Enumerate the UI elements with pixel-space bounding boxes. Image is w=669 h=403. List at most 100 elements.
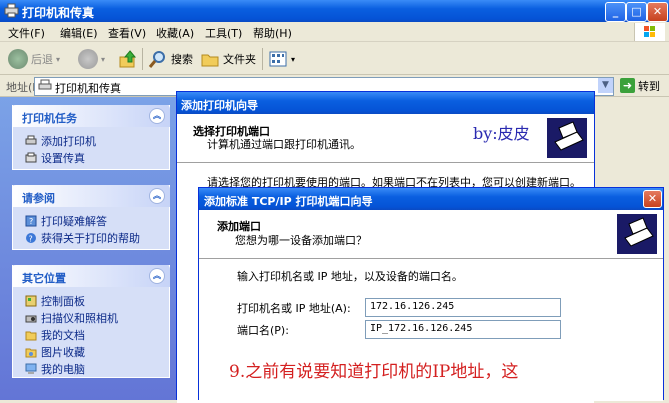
- task-add-printer[interactable]: 添加打印机: [25, 133, 96, 149]
- place-control-panel[interactable]: 控制面板: [25, 293, 85, 309]
- collapse-chevron-icon[interactable]: ︽: [149, 268, 165, 284]
- go-button[interactable]: ➜ 转到: [620, 77, 660, 94]
- go-label: 转到: [638, 79, 660, 93]
- views-button[interactable]: ▾: [268, 48, 295, 70]
- search-button[interactable]: 搜索: [148, 48, 193, 70]
- menu-favorites[interactable]: 收藏(A): [156, 25, 194, 41]
- task-label: 添加打印机: [41, 135, 96, 148]
- search-icon: [148, 51, 165, 68]
- ip-address-label: 打印机名或 IP 地址(A):: [237, 302, 351, 315]
- svg-text:?: ?: [29, 235, 33, 244]
- wizard-header: 选择打印机端口 计算机通过端口跟打印机通讯。 by:皮皮: [177, 114, 594, 163]
- wizard-title: 添加标准 TCP/IP 打印机端口向导: [204, 195, 373, 208]
- place-label: 扫描仪和照相机: [41, 312, 118, 325]
- address-dropdown-arrow[interactable]: ▼: [598, 78, 613, 93]
- collapse-chevron-icon[interactable]: ︽: [149, 188, 165, 204]
- menu-file[interactable]: 文件(F): [8, 25, 45, 41]
- minimize-button[interactable]: _: [605, 2, 626, 22]
- my-computer-icon: [25, 363, 37, 374]
- menu-tools[interactable]: 工具(T): [205, 25, 242, 41]
- printer-folder-icon: [4, 3, 19, 18]
- close-button[interactable]: ✕: [643, 190, 662, 208]
- printer-tasks-title: 打印机任务: [22, 112, 77, 125]
- place-my-documents[interactable]: 我的文档: [25, 327, 85, 343]
- forward-button[interactable]: ▾: [78, 48, 105, 70]
- printer-icon: [617, 214, 657, 254]
- printer-tasks-header[interactable]: 打印机任务 ︽: [12, 105, 170, 127]
- back-arrow-icon: [8, 49, 28, 69]
- printer-folder-icon: [38, 79, 52, 90]
- link-print-help[interactable]: ? 获得关于打印的帮助: [25, 230, 140, 246]
- back-label: 后退: [31, 53, 53, 66]
- place-scanners-cameras[interactable]: 扫描仪和照相机: [25, 310, 118, 326]
- toolbar: 后退 ▾ ▾ 搜索 文件夹 ▾: [0, 43, 669, 75]
- wizard-body: 输入打印机名或 IP 地址，以及设备的端口名。 打印机名或 IP 地址(A): …: [199, 259, 663, 401]
- address-value: 打印机和传真: [55, 82, 121, 95]
- add-printer-icon: [25, 135, 37, 145]
- tcpip-port-wizard: 添加标准 TCP/IP 打印机端口向导 ✕ 添加端口 您想为哪一设备添加端口？ …: [198, 187, 664, 401]
- menu-bar: 文件(F) 编辑(E) 查看(V) 收藏(A) 工具(T) 帮助(H): [0, 22, 669, 42]
- other-places-panel: 其它位置 ︽ 控制面板 扫描仪和照相机 我的文档 图片收藏 我的电脑: [12, 265, 170, 378]
- dropdown-arrow-icon: ▾: [56, 54, 61, 64]
- control-panel-icon: [25, 295, 37, 307]
- window-titlebar[interactable]: 打印机和传真 _ □ ✕: [0, 0, 669, 22]
- wizard-subheading: 您想为哪一设备添加端口？: [235, 234, 367, 247]
- menu-view[interactable]: 查看(V): [108, 25, 146, 41]
- link-label: 打印疑难解答: [41, 215, 107, 228]
- wizard-titlebar[interactable]: 添加标准 TCP/IP 打印机端口向导 ✕: [199, 188, 663, 210]
- task-setup-fax[interactable]: 设置传真: [25, 150, 85, 166]
- task-label: 设置传真: [41, 152, 85, 165]
- see-also-panel: 请参阅 ︽ ? 打印疑难解答 ? 获得关于打印的帮助: [12, 185, 170, 250]
- place-label: 我的文档: [41, 329, 85, 342]
- window-title: 打印机和传真: [22, 6, 95, 20]
- see-also-header[interactable]: 请参阅 ︽: [12, 185, 170, 207]
- views-icon: [269, 51, 287, 67]
- menu-help[interactable]: 帮助(H): [253, 25, 292, 41]
- place-my-computer[interactable]: 我的电脑: [25, 361, 85, 377]
- collapse-chevron-icon[interactable]: ︽: [149, 108, 165, 124]
- go-arrow-icon: ➜: [620, 78, 635, 93]
- toolbar-separator: [262, 48, 263, 70]
- folders-label: 文件夹: [223, 53, 256, 66]
- back-button[interactable]: 后退 ▾: [8, 48, 60, 70]
- dropdown-arrow-icon: ▾: [291, 54, 296, 64]
- scanner-icon: [25, 315, 37, 323]
- my-documents-icon: [25, 331, 37, 341]
- see-also-title: 请参阅: [22, 192, 55, 205]
- toolbar-separator: [142, 48, 143, 70]
- wizard-header: 添加端口 您想为哪一设备添加端口？: [199, 210, 663, 259]
- forward-arrow-icon: [78, 49, 98, 69]
- wizard-subheading: 计算机通过端口跟打印机通讯。: [207, 138, 361, 151]
- other-places-header[interactable]: 其它位置 ︽: [12, 265, 170, 287]
- other-places-title: 其它位置: [22, 272, 66, 285]
- fax-icon: [25, 152, 37, 163]
- my-pictures-icon: [25, 348, 37, 358]
- up-folder-icon: [119, 50, 137, 68]
- place-label: 图片收藏: [41, 346, 85, 359]
- folder-icon: [201, 54, 219, 67]
- place-my-pictures[interactable]: 图片收藏: [25, 344, 85, 360]
- wizard-title: 添加打印机向导: [181, 99, 258, 112]
- task-pane: 打印机任务 ︽ 添加打印机 设置传真 请参阅 ︽ ? 打印疑难解答 ? 获得关于…: [0, 97, 176, 400]
- up-folder-button[interactable]: [118, 48, 138, 70]
- svg-text:?: ?: [29, 217, 33, 226]
- close-button[interactable]: ✕: [647, 2, 668, 22]
- printer-icon: [547, 118, 587, 158]
- windows-flag-icon: [644, 26, 655, 37]
- link-print-troubleshooter[interactable]: ? 打印疑难解答: [25, 213, 107, 229]
- link-label: 获得关于打印的帮助: [41, 232, 140, 245]
- maximize-button[interactable]: □: [626, 2, 647, 22]
- wizard-instruction: 输入打印机名或 IP 地址，以及设备的端口名。: [237, 270, 463, 283]
- port-name-label: 端口名(P):: [237, 324, 289, 337]
- place-label: 控制面板: [41, 295, 85, 308]
- port-name-input[interactable]: IP_172.16.126.245: [365, 320, 561, 339]
- help-book-icon: ?: [25, 215, 37, 227]
- search-label: 搜索: [171, 53, 193, 66]
- wizard-titlebar[interactable]: 添加打印机向导: [177, 92, 594, 114]
- folders-button[interactable]: 文件夹: [200, 48, 256, 70]
- ip-address-input[interactable]: 172.16.126.245: [365, 298, 561, 317]
- place-label: 我的电脑: [41, 363, 85, 376]
- menu-edit[interactable]: 编辑(E): [60, 25, 98, 41]
- dropdown-arrow-icon: ▾: [101, 54, 106, 64]
- windows-logo: [634, 23, 665, 41]
